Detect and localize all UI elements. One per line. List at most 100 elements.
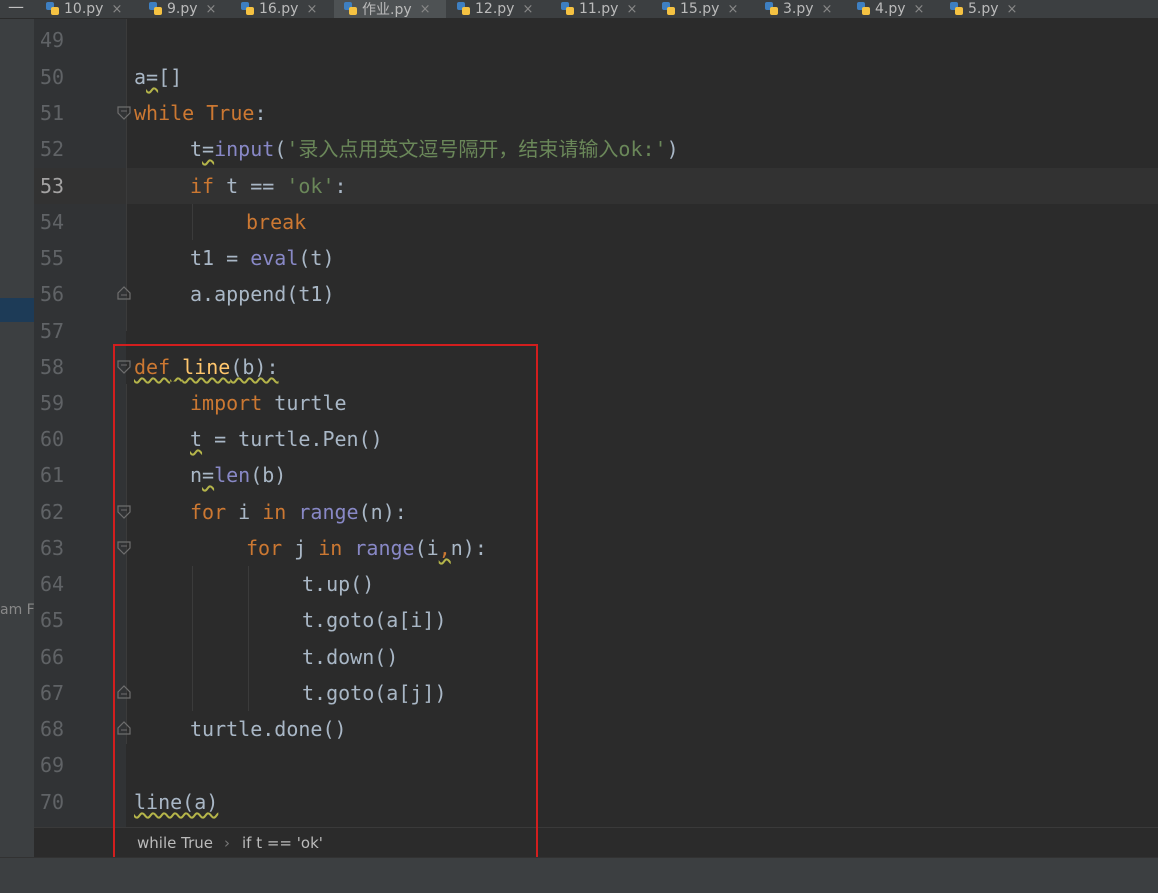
code-token: (t)	[298, 246, 335, 270]
code-line-55[interactable]: t1 = eval(t)	[190, 240, 335, 276]
line-number: 70	[40, 790, 65, 814]
tab-12-py[interactable]: 12.py ×	[457, 0, 533, 18]
tab-15-py[interactable]: 15.py ×	[662, 0, 738, 18]
highlight-box	[113, 344, 538, 859]
code-line-52[interactable]: t=input('录入点用英文逗号隔开，结束请输入ok:')	[190, 131, 679, 167]
line-number: 63	[40, 536, 65, 560]
tab-label: 作业.py	[362, 2, 412, 18]
status-bar	[0, 857, 1158, 893]
tab-label: 11.py	[579, 1, 619, 17]
left-panel-selection[interactable]	[0, 298, 34, 322]
string-token: 'ok'	[286, 174, 335, 198]
code-token-warning: =	[146, 65, 159, 89]
python-file-icon	[662, 2, 676, 16]
code-token: :	[334, 174, 347, 198]
line-number: 61	[40, 463, 65, 487]
tab-16-py[interactable]: 16.py ×	[241, 0, 317, 18]
minimize-icon[interactable]: —	[8, 0, 26, 16]
python-file-icon	[149, 2, 163, 16]
line-number: 57	[40, 319, 65, 343]
indent-guide	[126, 19, 127, 331]
code-token: )	[666, 137, 679, 161]
tab-label: 10.py	[64, 1, 104, 17]
line-number: 67	[40, 681, 65, 705]
line-number: 51	[40, 101, 65, 125]
line-number: 69	[40, 753, 65, 777]
code-token: a	[134, 65, 147, 89]
line-number: 52	[40, 137, 65, 161]
line-number: 59	[40, 391, 65, 415]
python-file-icon	[457, 2, 471, 16]
close-icon[interactable]: ×	[727, 2, 738, 17]
tab-11-py[interactable]: 11.py ×	[561, 0, 637, 18]
python-file-icon	[46, 2, 60, 16]
close-icon[interactable]: ×	[914, 2, 925, 17]
python-file-icon	[241, 2, 255, 16]
line-number: 65	[40, 608, 65, 632]
keyword-token: True	[206, 101, 255, 125]
code-token: t ==	[214, 174, 287, 198]
line-number: 55	[40, 246, 65, 270]
python-file-icon	[950, 2, 964, 16]
code-line-54[interactable]: break	[246, 204, 306, 240]
code-token: t	[190, 137, 203, 161]
tab-9-py[interactable]: 9.py ×	[149, 0, 216, 18]
code-token: :	[254, 101, 267, 125]
python-file-icon	[857, 2, 871, 16]
left-panel-label[interactable]: am F	[0, 602, 35, 618]
builtin-token: eval	[250, 246, 299, 270]
keyword-token: while	[134, 101, 195, 125]
tab-10-py[interactable]: 10.py ×	[46, 0, 122, 18]
keyword-token: break	[246, 210, 307, 234]
code-line-53[interactable]: if t == 'ok':	[190, 168, 347, 204]
indent-guide	[192, 204, 193, 240]
code-token-warning: =	[202, 137, 215, 161]
line-number: 68	[40, 717, 65, 741]
close-icon[interactable]: ×	[306, 2, 317, 17]
line-number: 64	[40, 572, 65, 596]
close-icon[interactable]: ×	[111, 2, 122, 17]
python-file-icon	[765, 2, 779, 16]
close-icon[interactable]: ×	[1007, 2, 1018, 17]
line-number: 62	[40, 500, 65, 524]
code-token: (	[274, 137, 287, 161]
tab-label: 12.py	[475, 1, 515, 17]
builtin-token: input	[214, 137, 275, 161]
fold-end-icon[interactable]	[117, 286, 131, 300]
code-token: t1 =	[190, 246, 251, 270]
close-icon[interactable]: ×	[206, 2, 217, 17]
tab-4-py[interactable]: 4.py ×	[857, 0, 924, 18]
tab-5-py[interactable]: 5.py ×	[950, 0, 1017, 18]
editor-tab-bar: — 10.py × 9.py × 16.py × 作业.py × 12.py ×…	[0, 0, 1158, 19]
tab-label: 4.py	[875, 1, 906, 17]
code-line-56[interactable]: a.append(t1)	[190, 276, 335, 312]
close-icon[interactable]: ×	[822, 2, 833, 17]
left-tool-strip	[0, 19, 34, 857]
tab-3-py[interactable]: 3.py ×	[765, 0, 832, 18]
line-number: 54	[40, 210, 65, 234]
tab-zuoye-py[interactable]: 作业.py ×	[334, 0, 446, 18]
tab-label: 5.py	[968, 1, 999, 17]
close-icon[interactable]: ×	[522, 2, 533, 17]
string-token: '录入点用英文逗号隔开，结束请输入ok:'	[286, 137, 667, 161]
line-number: 50	[40, 65, 65, 89]
code-token: a.append(t1)	[190, 282, 335, 306]
tab-label: 16.py	[259, 1, 299, 17]
python-file-icon	[344, 2, 358, 16]
close-icon[interactable]: ×	[626, 2, 637, 17]
tab-label: 9.py	[167, 1, 198, 17]
line-number: 58	[40, 355, 65, 379]
code-line-51[interactable]: while True:	[134, 95, 266, 131]
close-icon[interactable]: ×	[420, 2, 431, 17]
line-number: 60	[40, 427, 65, 451]
python-file-icon	[561, 2, 575, 16]
tab-label: 3.py	[783, 1, 814, 17]
fold-collapse-icon[interactable]	[117, 106, 131, 120]
line-number: 49	[40, 28, 65, 52]
line-number: 56	[40, 282, 65, 306]
code-token: []	[158, 65, 183, 89]
line-number: 66	[40, 645, 65, 669]
line-number-current: 53	[40, 174, 65, 198]
code-line-50[interactable]: a=[]	[134, 59, 182, 95]
